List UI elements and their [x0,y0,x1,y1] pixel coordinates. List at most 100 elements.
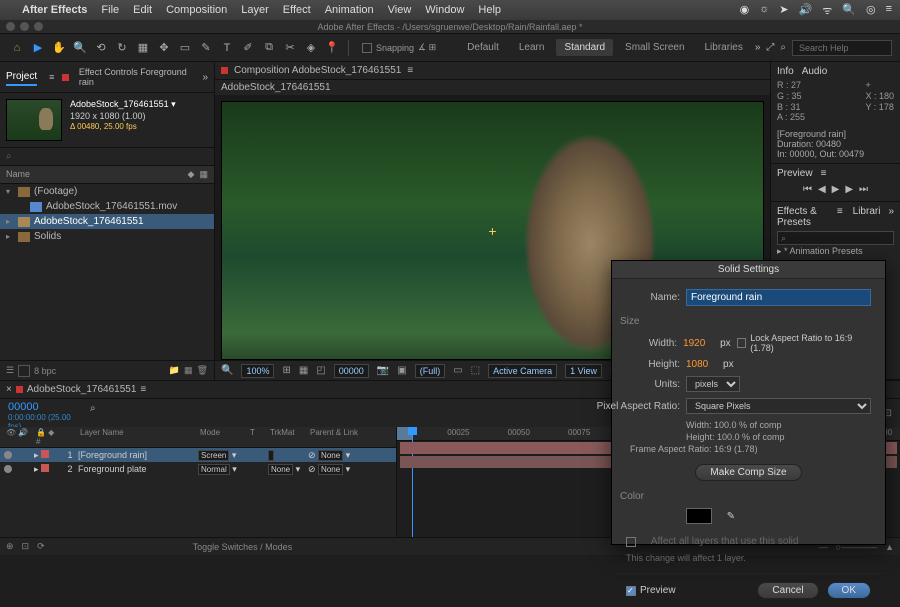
pen-tool-icon[interactable]: ✎ [197,39,215,57]
puppet-tool-icon[interactable]: 📍 [323,39,341,57]
cc-icon[interactable]: ◉ [740,3,750,18]
views-dropdown[interactable]: 1 View [565,364,602,378]
spotlight-icon[interactable]: 🔍 [842,3,856,18]
cancel-button[interactable]: Cancel [757,582,818,599]
toggle-switches[interactable]: Toggle Switches / Modes [193,542,293,552]
comp-breadcrumb[interactable]: AdobeStock_176461551 [221,82,331,93]
ws-default[interactable]: Default [459,39,507,56]
col-mode[interactable]: Mode [198,428,248,446]
prev-frame-icon[interactable]: ◀ [818,184,826,195]
expand-icon[interactable]: ⤢ [766,42,774,53]
timeline-tab[interactable]: AdobeStock_176461551 [27,384,137,395]
visibility-toggle[interactable] [4,451,12,459]
tl-foot-icon2[interactable]: ⊡ [22,541,30,552]
layer-row-1[interactable]: ▸ 1 [Foreground rain] Screen ▾ ⊘ None ▾ [0,448,396,462]
visibility-toggle[interactable] [4,465,12,473]
play-icon[interactable]: ▶ [832,184,840,195]
snapping-checkbox[interactable] [362,43,372,53]
snapshot-icon[interactable]: 📷 [377,365,389,376]
camera-dropdown[interactable]: Active Camera [488,364,557,378]
home-icon[interactable]: ⌂ [8,39,26,57]
col-type-icon[interactable]: ▦ [199,169,208,180]
tab-preview[interactable]: Preview [777,168,813,179]
panel-overflow-icon[interactable]: » [202,72,208,83]
comp-tab-label[interactable]: Composition AdobeStock_176461551 [234,65,401,76]
preview-checkbox[interactable] [626,586,636,596]
tab-libraries[interactable]: Librari [853,206,881,228]
menu-view[interactable]: View [388,4,412,16]
channel-icon[interactable]: ▣ [397,365,406,376]
wifi-icon[interactable]: ᯤ [822,3,832,18]
menu-effect[interactable]: Effect [283,4,311,16]
last-frame-icon[interactable]: ⏭ [859,184,868,195]
project-search[interactable]: ⌕ [0,147,214,166]
tl-foot-icon1[interactable]: ⊕ [6,541,14,552]
time-display[interactable]: 00000 [334,364,369,378]
menu-edit[interactable]: Edit [133,4,152,16]
app-name[interactable]: After Effects [22,4,87,16]
hand-tool-icon[interactable]: ✋ [50,39,68,57]
anchor-tool-icon[interactable]: ✥ [155,39,173,57]
roto-tool-icon[interactable]: ◈ [302,39,320,57]
col-t[interactable]: T [248,428,268,446]
tree-item-mov[interactable]: AdobeStock_176461551.mov [0,199,214,214]
panel-menu-icon[interactable]: » [755,42,761,53]
col-layer[interactable]: Layer Name [78,428,198,446]
tree-item-comp[interactable]: ▸AdobeStock_176461551 [0,214,214,229]
tab-menu-icon[interactable]: ≡ [49,72,54,82]
vol-icon[interactable]: 🔊 [799,3,813,18]
make-comp-size-button[interactable]: Make Comp Size [695,464,801,481]
comp-tab-menu-icon[interactable]: ≡ [407,65,413,76]
new-comp-icon[interactable]: ▦ [184,365,193,376]
preset-animation[interactable]: ▸ * Animation Presets [777,245,894,258]
layer-row-2[interactable]: ▸ 2 Foreground plate Normal ▾ None ▾ ⊘ N… [0,462,396,476]
parent-dropdown-1[interactable]: None [318,450,343,461]
res-icon[interactable]: ⊞ [282,365,290,376]
col-name[interactable]: Name [6,169,30,180]
units-dropdown[interactable]: pixels [686,376,740,392]
menu-composition[interactable]: Composition [166,4,227,16]
search-help-input[interactable] [792,40,892,56]
zoom-dropdown[interactable]: 100% [241,364,274,378]
tab-project[interactable]: Project [6,69,37,86]
selection-tool-icon[interactable]: ▶ [29,39,47,57]
ws-smallscreen[interactable]: Small Screen [617,39,692,56]
traffic-max[interactable] [34,22,43,31]
menu-icon[interactable]: ≡ [886,3,892,18]
layer-name-1[interactable]: [Foreground rain] [78,450,198,460]
3d-icon[interactable]: ⬚ [471,365,480,376]
siri-icon[interactable]: ◎ [866,3,876,18]
shape-tool-icon[interactable]: ▭ [176,39,194,57]
safe-icon[interactable]: ▦ [299,365,308,376]
eraser-tool-icon[interactable]: ✂ [281,39,299,57]
par-dropdown[interactable]: Square Pixels [686,398,871,414]
quality-dropdown[interactable]: (Full) [415,364,446,378]
interpret-icon[interactable]: ☰ [6,365,14,376]
ws-libraries[interactable]: Libraries [697,39,751,56]
timeline-search[interactable]: ⌕ [90,399,150,427]
zoom-tool-icon[interactable]: 🔍 [71,39,89,57]
exposure-icon[interactable]: ▭ [453,365,462,376]
trkmat-dropdown-1[interactable] [268,450,274,461]
camera-tool-icon[interactable]: ▦ [134,39,152,57]
color-swatch[interactable] [18,365,30,377]
tab-effects[interactable]: Effects & Presets [777,206,829,228]
new-folder-icon[interactable]: 📁 [169,365,180,376]
type-tool-icon[interactable]: T [218,39,236,57]
color-swatch[interactable] [686,508,712,524]
solid-name-input[interactable] [686,289,871,306]
width-value[interactable]: 1920 [683,338,705,349]
tab-info[interactable]: Info [777,66,794,77]
lock-aspect-checkbox[interactable] [737,338,747,348]
col-tag-icon[interactable]: ◆ [188,169,195,180]
mask-icon[interactable]: ◰ [316,365,325,376]
menu-window[interactable]: Window [425,4,464,16]
orbit-tool-icon[interactable]: ⟲ [92,39,110,57]
col-trkmat[interactable]: TrkMat [268,428,308,446]
mode-dropdown-1[interactable]: Screen [198,450,229,461]
mag-icon[interactable]: 🔍 [221,365,233,376]
trkmat-dropdown-2[interactable]: None [268,464,293,475]
next-frame-icon[interactable]: ▶ [845,184,853,195]
parent-dropdown-2[interactable]: None [318,464,343,475]
traffic-min[interactable] [20,22,29,31]
